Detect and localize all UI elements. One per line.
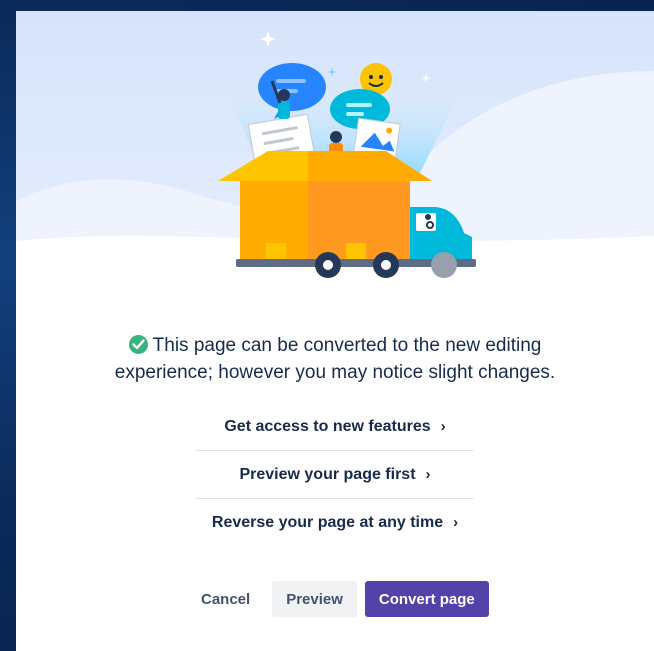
benefit-preview-first-link[interactable]: Preview your page first › xyxy=(196,451,474,499)
success-check-icon xyxy=(128,335,148,354)
moving-truck-illustration xyxy=(16,11,654,281)
benefit-label: Preview your page first xyxy=(239,465,416,483)
benefit-new-features-link[interactable]: Get access to new features › xyxy=(196,403,474,451)
convert-page-button[interactable]: Convert page xyxy=(364,581,489,617)
benefits-list: Get access to new features › Preview you… xyxy=(16,403,654,546)
chevron-right-icon: › xyxy=(440,418,446,435)
conversion-message: This page can be converted to the new ed… xyxy=(16,332,654,386)
benefit-reverse-anytime-link[interactable]: Reverse your page at any time › xyxy=(175,499,495,546)
preview-button[interactable]: Preview xyxy=(272,581,357,617)
message-line-1: This page can be converted to the new ed… xyxy=(152,335,542,356)
cancel-button[interactable]: Cancel xyxy=(187,581,264,617)
convert-page-dialog: This page can be converted to the new ed… xyxy=(16,11,654,651)
dialog-actions: Cancel Preview Convert page xyxy=(187,581,489,617)
benefit-label: Get access to new features xyxy=(224,417,431,435)
chevron-right-icon: › xyxy=(453,514,459,531)
message-line-2: experience; however you may notice sligh… xyxy=(114,362,556,383)
chevron-right-icon: › xyxy=(425,466,431,483)
benefit-label: Reverse your page at any time xyxy=(211,513,444,531)
